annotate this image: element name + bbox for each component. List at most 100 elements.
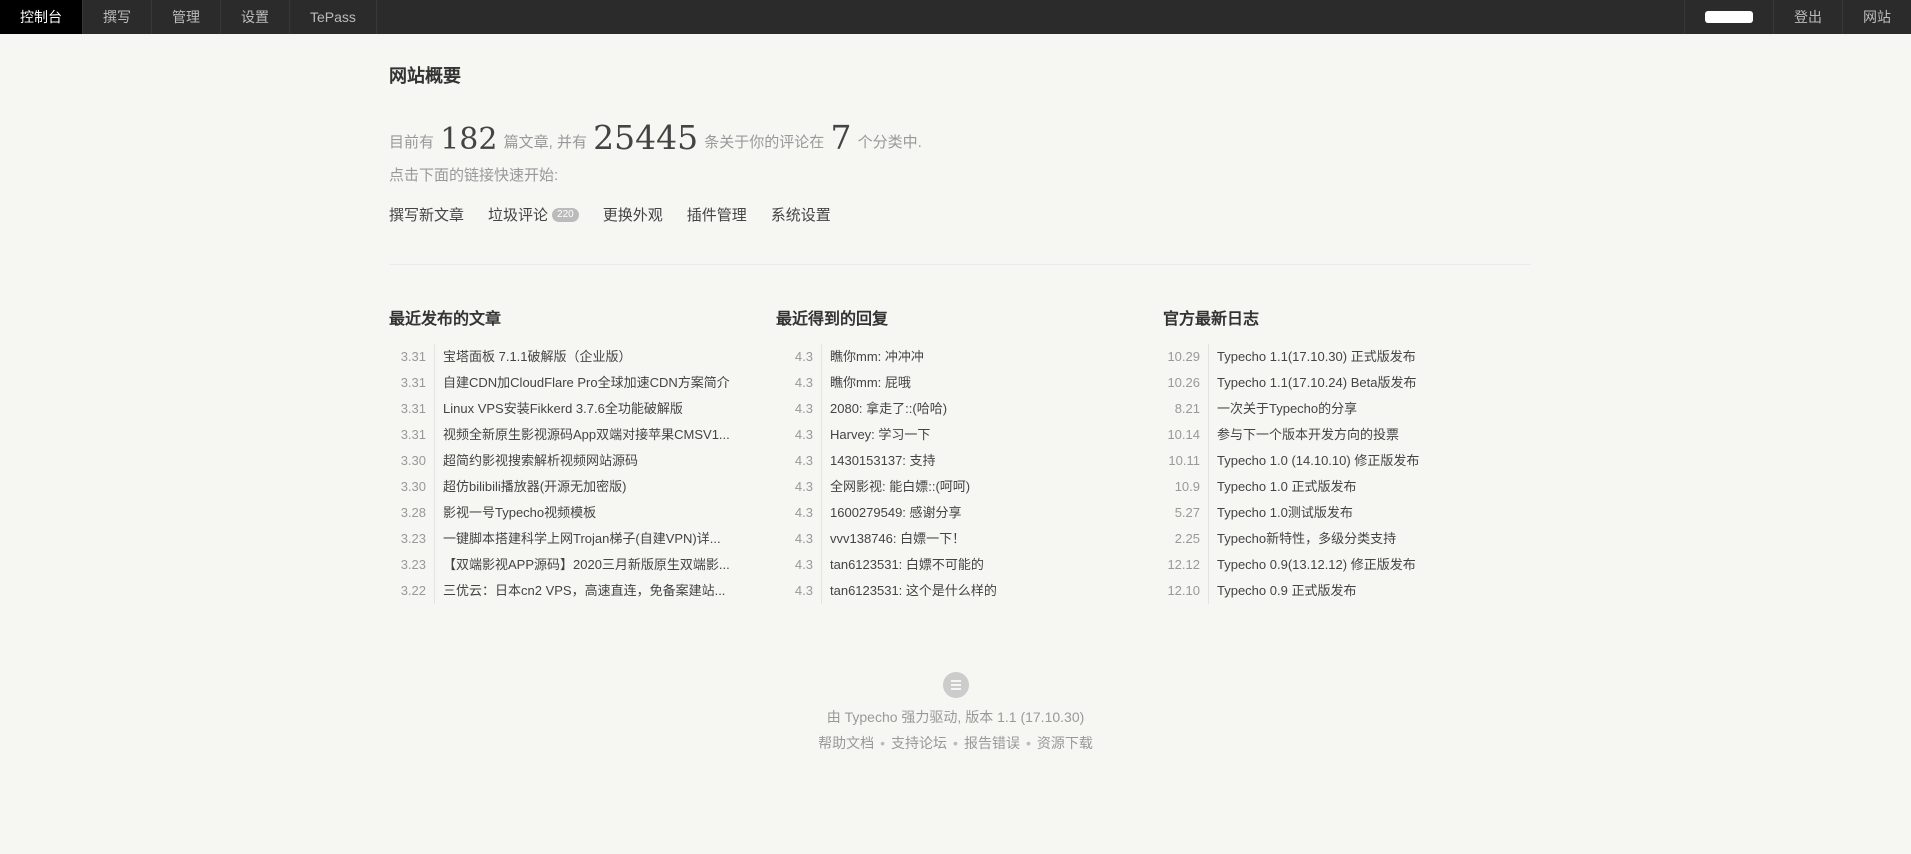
post-link[interactable]: 超简约影视搜索解析视频网站源码	[435, 448, 638, 474]
summary-suffix: 个分类中.	[857, 134, 922, 151]
typecho-logo-icon[interactable]	[942, 672, 969, 698]
item-date: 12.10	[1163, 578, 1209, 604]
item-date: 3.23	[389, 552, 435, 578]
post-link[interactable]: 宝塔面板 7.1.1破解版（企业版）	[435, 344, 632, 370]
list-item: 4.3 tan6123531: 这个是什么样的	[776, 578, 1144, 604]
log-link[interactable]: 一次关于Typecho的分享	[1209, 396, 1357, 422]
item-date: 4.3	[776, 526, 822, 552]
list-item: 4.3 全网影视: 能白嫖::(呵呵)	[776, 474, 1144, 500]
recent-replies-list: 4.3 瞧你mm: 冲冲冲 4.3 瞧你mm: 屁哦 4.3 2080: 拿走了::(…	[776, 344, 1144, 604]
list-item: 3.22 三优云：日本cn2 VPS，高速直连，免备案建站...	[389, 578, 757, 604]
log-link[interactable]: Typecho 0.9(13.12.12) 修正版发布	[1209, 552, 1416, 578]
support-forum-link[interactable]: 支持论坛	[891, 735, 947, 751]
item-date: 4.3	[776, 422, 822, 448]
system-settings-link[interactable]: 系统设置	[771, 204, 831, 225]
list-item: 10.11 Typecho 1.0 (14.10.10) 修正版发布	[1163, 448, 1531, 474]
footer: 由 Typecho 强力驱动, 版本 1.1 (17.10.30) 帮助文档 • 支…	[0, 672, 1911, 754]
post-link[interactable]: 一键脚本搭建科学上网Trojan梯子(自建VPN)详...	[435, 526, 721, 552]
section-divider	[389, 264, 1531, 265]
log-link[interactable]: Typecho新特性，多级分类支持	[1209, 526, 1396, 552]
redacted-username	[1705, 11, 1753, 23]
item-date: 5.27	[1163, 500, 1209, 526]
list-item: 4.3 Harvey: 学习一下	[776, 422, 1144, 448]
write-new-post-link[interactable]: 撰写新文章	[389, 204, 464, 225]
item-date: 12.12	[1163, 552, 1209, 578]
list-item: 2.25 Typecho新特性，多级分类支持	[1163, 526, 1531, 552]
reply-link[interactable]: 全网影视: 能白嫖::(呵呵)	[822, 474, 970, 500]
item-date: 3.31	[389, 344, 435, 370]
nav-tepass[interactable]: TePass	[290, 0, 377, 34]
recent-posts-section: 最近发布的文章 3.31 宝塔面板 7.1.1破解版（企业版） 3.31 自建CDN…	[389, 310, 757, 604]
post-link[interactable]: 视频全新原生影视源码App双端对接苹果CMSV1...	[435, 422, 730, 448]
quick-links: 撰写新文章 垃圾评论 220 更换外观 插件管理 系统设置	[389, 204, 855, 225]
nav-logout[interactable]: 登出	[1773, 0, 1842, 34]
post-link[interactable]: 自建CDN加CloudFlare Pro全球加速CDN方案简介	[435, 370, 730, 396]
list-item: 4.3 vvv138746: 白嫖一下！	[776, 526, 1144, 552]
nav-visit-site[interactable]: 网站	[1842, 0, 1911, 34]
nav-write[interactable]: 撰写	[83, 0, 152, 34]
official-log-list: 10.29 Typecho 1.1(17.10.30) 正式版发布 10.26 Ty…	[1163, 344, 1531, 604]
item-date: 10.14	[1163, 422, 1209, 448]
nav-dashboard[interactable]: 控制台	[0, 0, 83, 34]
spam-comments-link[interactable]: 垃圾评论 220	[488, 204, 579, 225]
item-date: 2.25	[1163, 526, 1209, 552]
item-date: 4.3	[776, 552, 822, 578]
log-link[interactable]: Typecho 1.1(17.10.30) 正式版发布	[1209, 344, 1416, 370]
reply-link[interactable]: tan6123531: 这个是什么样的	[822, 578, 997, 604]
list-item: 3.23 【双端影视APP源码】2020三月新版原生双端影...	[389, 552, 757, 578]
list-item: 5.27 Typecho 1.0测试版发布	[1163, 500, 1531, 526]
log-link[interactable]: Typecho 1.0测试版发布	[1209, 500, 1353, 526]
post-count: 182	[440, 122, 498, 157]
plugin-manager-link[interactable]: 插件管理	[687, 204, 747, 225]
log-link[interactable]: Typecho 1.0 (14.10.10) 修正版发布	[1209, 448, 1419, 474]
page-title: 网站概要	[389, 66, 461, 86]
official-log-section: 官方最新日志 10.29 Typecho 1.1(17.10.30) 正式版发布 …	[1163, 310, 1531, 604]
reply-link[interactable]: 1430153137: 支持	[822, 448, 936, 474]
log-link[interactable]: Typecho 1.0 正式版发布	[1209, 474, 1356, 500]
footer-links: 帮助文档 • 支持论坛 • 报告错误 • 资源下载	[0, 732, 1911, 754]
post-link[interactable]: 影视一号Typecho视频模板	[435, 500, 596, 526]
post-link[interactable]: 超仿bilibili播放器(开源无加密版)	[435, 474, 626, 500]
summary-mid2: 条关于你的评论在	[704, 134, 825, 151]
change-theme-link[interactable]: 更换外观	[603, 204, 663, 225]
reply-link[interactable]: 1600279549: 感谢分享	[822, 500, 962, 526]
log-link[interactable]: Typecho 0.9 正式版发布	[1209, 578, 1356, 604]
reply-link[interactable]: Harvey: 学习一下	[822, 422, 930, 448]
nav-user-menu: 登出 网站	[1684, 0, 1911, 34]
reply-link[interactable]: vvv138746: 白嫖一下！	[822, 526, 965, 552]
nav-user-profile[interactable]	[1684, 0, 1773, 34]
downloads-link[interactable]: 资源下载	[1037, 735, 1093, 751]
report-bug-link[interactable]: 报告错误	[964, 735, 1020, 751]
item-date: 10.11	[1163, 448, 1209, 474]
official-log-title: 官方最新日志	[1163, 311, 1260, 328]
list-item: 3.31 宝塔面板 7.1.1破解版（企业版）	[389, 344, 757, 370]
list-item: 10.9 Typecho 1.0 正式版发布	[1163, 474, 1531, 500]
post-link[interactable]: Linux VPS安装Fikkerd 3.7.6全功能破解版	[435, 396, 683, 422]
help-docs-link[interactable]: 帮助文档	[818, 735, 874, 751]
item-date: 4.3	[776, 396, 822, 422]
comment-count: 25445	[593, 118, 699, 157]
footer-separator: •	[880, 735, 886, 751]
reply-link[interactable]: 瞧你mm: 冲冲冲	[822, 344, 924, 370]
reply-link[interactable]: tan6123531: 白嫖不可能的	[822, 552, 984, 578]
top-nav-bar: 控制台 撰写 管理 设置 TePass 登出 网站	[0, 0, 1911, 34]
list-item: 8.21 一次关于Typecho的分享	[1163, 396, 1531, 422]
nav-manage[interactable]: 管理	[152, 0, 221, 34]
post-link[interactable]: 三优云：日本cn2 VPS，高速直连，免备案建站...	[435, 578, 725, 604]
log-link[interactable]: 参与下一个版本开发方向的投票	[1209, 422, 1399, 448]
list-item: 3.30 超仿bilibili播放器(开源无加密版)	[389, 474, 757, 500]
post-link[interactable]: 【双端影视APP源码】2020三月新版原生双端影...	[435, 552, 730, 578]
list-item: 4.3 2080: 拿走了::(哈哈)	[776, 396, 1144, 422]
list-item: 3.28 影视一号Typecho视频模板	[389, 500, 757, 526]
item-date: 3.22	[389, 578, 435, 604]
item-date: 4.3	[776, 500, 822, 526]
item-date: 4.3	[776, 344, 822, 370]
list-item: 4.3 瞧你mm: 冲冲冲	[776, 344, 1144, 370]
footer-powered-by: 由 Typecho 强力驱动, 版本 1.1 (17.10.30)	[826, 709, 1085, 725]
nav-settings[interactable]: 设置	[221, 0, 290, 34]
log-link[interactable]: Typecho 1.1(17.10.24) Beta版发布	[1209, 370, 1416, 396]
summary-prefix: 目前有	[389, 134, 435, 151]
reply-link[interactable]: 2080: 拿走了::(哈哈)	[822, 396, 947, 422]
reply-link[interactable]: 瞧你mm: 屁哦	[822, 370, 911, 396]
spam-comments-label: 垃圾评论	[488, 207, 549, 224]
